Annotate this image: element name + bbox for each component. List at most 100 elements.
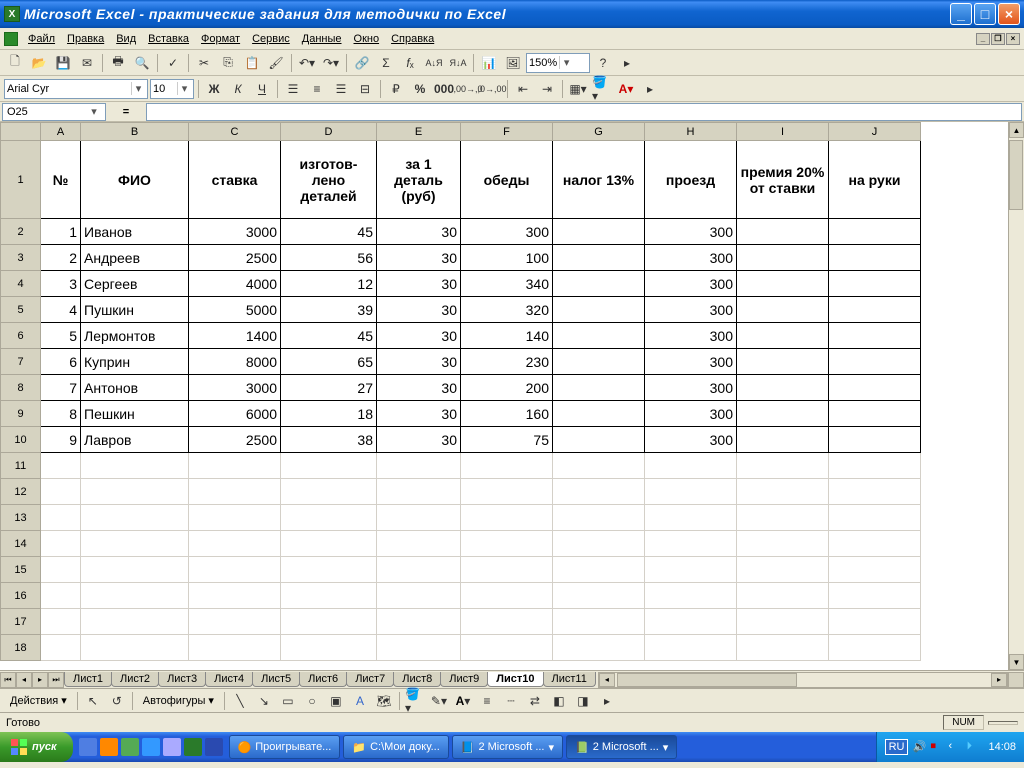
row-header-8[interactable]: 8 [1,375,41,401]
decrease-indent-button[interactable]: ⇤ [512,78,534,100]
cell-J18[interactable] [829,635,921,661]
cell-J12[interactable] [829,479,921,505]
arrow-button[interactable]: ↘ [253,690,275,712]
italic-button[interactable]: К [227,78,249,100]
font-color-button-2[interactable]: A▾ [452,690,474,712]
cell-D1[interactable]: изготов-лено деталей [281,141,377,219]
cell-C17[interactable] [189,609,281,635]
cell-D16[interactable] [281,583,377,609]
pointer-button[interactable]: ↖ [82,690,104,712]
cell-A10[interactable]: 9 [41,427,81,453]
row-header-4[interactable]: 4 [1,271,41,297]
cell-I3[interactable] [737,245,829,271]
sheet-tab-Лист8[interactable]: Лист8 [393,672,441,687]
ql-ie-icon[interactable] [142,738,160,756]
cell-G7[interactable] [553,349,645,375]
copy-button[interactable]: ⎘ [217,52,239,74]
cell-I5[interactable] [737,297,829,323]
cell-C4[interactable]: 4000 [189,271,281,297]
cell-A16[interactable] [41,583,81,609]
cell-G12[interactable] [553,479,645,505]
undo-button[interactable]: ↶▾ [296,52,318,74]
cell-B18[interactable] [81,635,189,661]
format-painter-button[interactable]: 🖌 [265,52,287,74]
cell-F6[interactable]: 140 [461,323,553,349]
cell-J1[interactable]: на руки [829,141,921,219]
function-button[interactable]: fₓ [399,52,421,74]
close-button[interactable]: × [998,3,1020,25]
wordart-button[interactable]: A [349,690,371,712]
cell-J11[interactable] [829,453,921,479]
rect-button[interactable]: ▭ [277,690,299,712]
cell-I18[interactable] [737,635,829,661]
cell-H11[interactable] [645,453,737,479]
cell-C6[interactable]: 1400 [189,323,281,349]
scroll-up-button[interactable]: ▲ [1009,122,1024,138]
cell-E18[interactable] [377,635,461,661]
cell-B13[interactable] [81,505,189,531]
cell-G14[interactable] [553,531,645,557]
cell-B3[interactable]: Андреев [81,245,189,271]
borders-button[interactable]: ▦▾ [567,78,589,100]
ql-msn-icon[interactable] [121,738,139,756]
sheet-tab-Лист5[interactable]: Лист5 [252,672,300,687]
cell-I1[interactable]: премия 20% от ставки [737,141,829,219]
cell-C2[interactable]: 3000 [189,219,281,245]
row-header-7[interactable]: 7 [1,349,41,375]
cell-J15[interactable] [829,557,921,583]
col-header-E[interactable]: E [377,123,461,141]
cell-C5[interactable]: 5000 [189,297,281,323]
cell-H18[interactable] [645,635,737,661]
cell-H12[interactable] [645,479,737,505]
cell-D14[interactable] [281,531,377,557]
cell-A5[interactable]: 4 [41,297,81,323]
cell-I8[interactable] [737,375,829,401]
cell-A15[interactable] [41,557,81,583]
cell-B16[interactable] [81,583,189,609]
cell-E7[interactable]: 30 [377,349,461,375]
line-style-button[interactable]: ≡ [476,690,498,712]
cell-E13[interactable] [377,505,461,531]
row-header-13[interactable]: 13 [1,505,41,531]
cell-E15[interactable] [377,557,461,583]
cell-E10[interactable]: 30 [377,427,461,453]
tray-icon-2[interactable]: ⏹ [930,740,944,754]
cell-J13[interactable] [829,505,921,531]
cell-G10[interactable] [553,427,645,453]
cell-B2[interactable]: Иванов [81,219,189,245]
hscroll-thumb[interactable] [617,673,797,687]
row-header-5[interactable]: 5 [1,297,41,323]
sheet-tab-Лист1[interactable]: Лист1 [64,672,112,687]
cell-J5[interactable] [829,297,921,323]
increase-decimal-button[interactable]: ,00→,0 [457,78,479,100]
cell-A18[interactable] [41,635,81,661]
mdi-minimize[interactable]: _ [976,33,990,45]
cell-C12[interactable] [189,479,281,505]
cell-E8[interactable]: 30 [377,375,461,401]
cell-F10[interactable]: 75 [461,427,553,453]
cell-A13[interactable] [41,505,81,531]
scroll-down-button[interactable]: ▼ [1009,654,1024,670]
align-left-button[interactable]: ☰ [282,78,304,100]
tab-first[interactable]: ⏮ [0,672,16,688]
percent-button[interactable]: % [409,78,431,100]
col-header-C[interactable]: C [189,123,281,141]
col-header-H[interactable]: H [645,123,737,141]
new-button[interactable]: 🗋 [4,52,26,74]
rotate-button[interactable]: ↺ [106,690,128,712]
row-header-12[interactable]: 12 [1,479,41,505]
hyperlink-button[interactable]: 🔗 [351,52,373,74]
menu-edit[interactable]: Правка [61,31,110,47]
cell-H15[interactable] [645,557,737,583]
align-center-button[interactable]: ≡ [306,78,328,100]
help-button[interactable]: ? [592,52,614,74]
save-button[interactable]: 💾 [52,52,74,74]
size-combo[interactable]: 10▾ [150,79,194,99]
dash-style-button[interactable]: ┈ [500,690,522,712]
cell-D17[interactable] [281,609,377,635]
bold-button[interactable]: Ж [203,78,225,100]
redo-button[interactable]: ↷▾ [320,52,342,74]
ql-oe-icon[interactable] [163,738,181,756]
maximize-button[interactable]: □ [974,3,996,25]
arrow-style-button[interactable]: ⇄ [524,690,546,712]
